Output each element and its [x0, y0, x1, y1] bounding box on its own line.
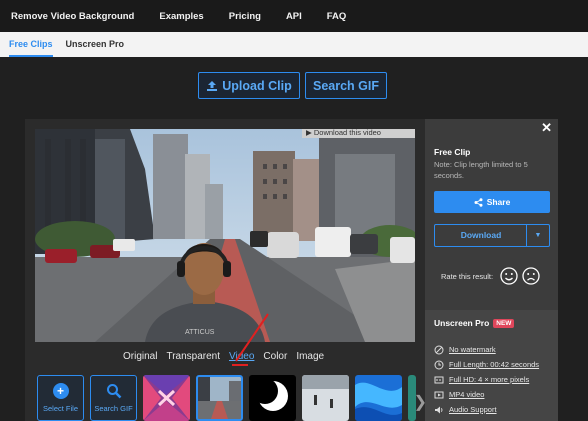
clock-icon	[434, 360, 444, 369]
background-thumbnails: + Select File Search GIF	[37, 375, 416, 421]
annotation-arrow	[232, 313, 269, 366]
search-gif-thumb-button[interactable]: Search GIF	[90, 375, 137, 421]
search-gif-thumb-label: Search GIF	[94, 404, 133, 413]
feature-label: Full HD: 4 × more pixels	[449, 375, 530, 384]
tab-transparent[interactable]: Transparent	[166, 351, 220, 362]
new-badge: NEW	[493, 318, 515, 328]
feature-full-hd[interactable]: Full HD: 4 × more pixels	[434, 372, 539, 387]
street-scene-image: ATTICUS	[35, 129, 415, 342]
nav-faq[interactable]: FAQ	[327, 11, 347, 22]
download-video-banner-label: Download this video	[313, 129, 381, 137]
no-watermark-icon	[434, 345, 444, 354]
sad-face-icon[interactable]	[522, 267, 540, 285]
view-mode-tabs: Original Transparent Video Color Image	[123, 351, 324, 362]
nav-pricing[interactable]: Pricing	[229, 11, 261, 22]
download-button[interactable]: Download ▼	[434, 224, 550, 247]
select-file-label: Select File	[42, 404, 78, 413]
share-button[interactable]: Share	[434, 191, 550, 213]
nav-examples[interactable]: Examples	[159, 11, 203, 22]
happy-face-icon[interactable]	[500, 267, 518, 285]
hd-icon	[434, 376, 444, 383]
clip-length-note: Note: Clip length limited to 5 seconds.	[434, 160, 528, 180]
search-gif-button[interactable]: Search GIF	[305, 72, 387, 99]
upload-clip-label: Upload Clip	[222, 78, 292, 93]
share-label: Share	[486, 197, 511, 207]
pro-features-list: No watermark Full Length: 00:42 seconds …	[434, 342, 539, 417]
thumbnail-street-selected[interactable]	[196, 375, 243, 421]
thumbnail-snow[interactable]	[302, 375, 349, 421]
pro-title-label: Unscreen Pro	[434, 318, 490, 328]
feature-label: Full Length: 00:42 seconds	[449, 360, 540, 369]
nav-api[interactable]: API	[286, 11, 302, 22]
share-icon	[474, 197, 483, 207]
tab-image[interactable]: Image	[296, 351, 324, 362]
feature-mp4[interactable]: MP4 video	[434, 387, 539, 402]
shirt-text: ATTICUS	[185, 329, 215, 336]
thumbnail-blue-abstract[interactable]	[355, 375, 402, 421]
feature-audio[interactable]: Audio Support	[434, 402, 539, 417]
chevron-down-icon[interactable]: ▼	[526, 225, 549, 246]
tab-original[interactable]: Original	[123, 351, 157, 362]
feature-no-watermark[interactable]: No watermark	[434, 342, 539, 357]
feature-label: MP4 video	[449, 390, 485, 399]
thumbnail-pink-x[interactable]	[143, 375, 190, 421]
unscreen-pro-box: Unscreen Pro NEW No watermark Full Lengt…	[425, 310, 558, 421]
top-nav: Remove Video Background Examples Pricing…	[0, 0, 588, 32]
search-gif-label: Search GIF	[313, 78, 379, 93]
tab-free-clips[interactable]: Free Clips	[9, 32, 53, 57]
rate-label: Rate this result:	[441, 271, 494, 281]
thumbnail-moon[interactable]	[249, 375, 296, 421]
feature-label: Audio Support	[449, 405, 497, 414]
feature-label: No watermark	[449, 345, 496, 354]
feature-full-length[interactable]: Full Length: 00:42 seconds	[434, 357, 539, 372]
tab-unscreen-pro[interactable]: Unscreen Pro	[66, 32, 125, 57]
plus-icon: +	[52, 383, 69, 399]
nav-remove-video-background[interactable]: Remove Video Background	[11, 11, 134, 22]
audio-icon	[435, 406, 443, 413]
close-icon[interactable]: ✕	[541, 120, 552, 136]
download-video-banner[interactable]: ▶ Download this video	[302, 129, 415, 138]
result-sidebar: ✕ Free Clip Note: Clip length limited to…	[425, 119, 558, 421]
search-icon	[106, 384, 121, 399]
sub-nav: Free Clips Unscreen Pro	[0, 32, 588, 57]
upload-actions: Upload Clip Search GIF	[198, 72, 387, 99]
video-icon	[434, 391, 444, 398]
upload-icon	[207, 80, 218, 91]
video-preview[interactable]: ATTICUS ▶ Download this video	[35, 129, 415, 342]
upload-clip-button[interactable]: Upload Clip	[198, 72, 300, 99]
editor-panel: ATTICUS ▶ Download this video Original T…	[25, 119, 427, 421]
sidebar-title: Free Clip	[434, 147, 471, 157]
select-file-button[interactable]: + Select File	[37, 375, 84, 421]
pro-title: Unscreen Pro NEW	[434, 318, 515, 328]
rating-row: Rate this result:	[441, 267, 540, 285]
download-label: Download	[460, 230, 502, 240]
